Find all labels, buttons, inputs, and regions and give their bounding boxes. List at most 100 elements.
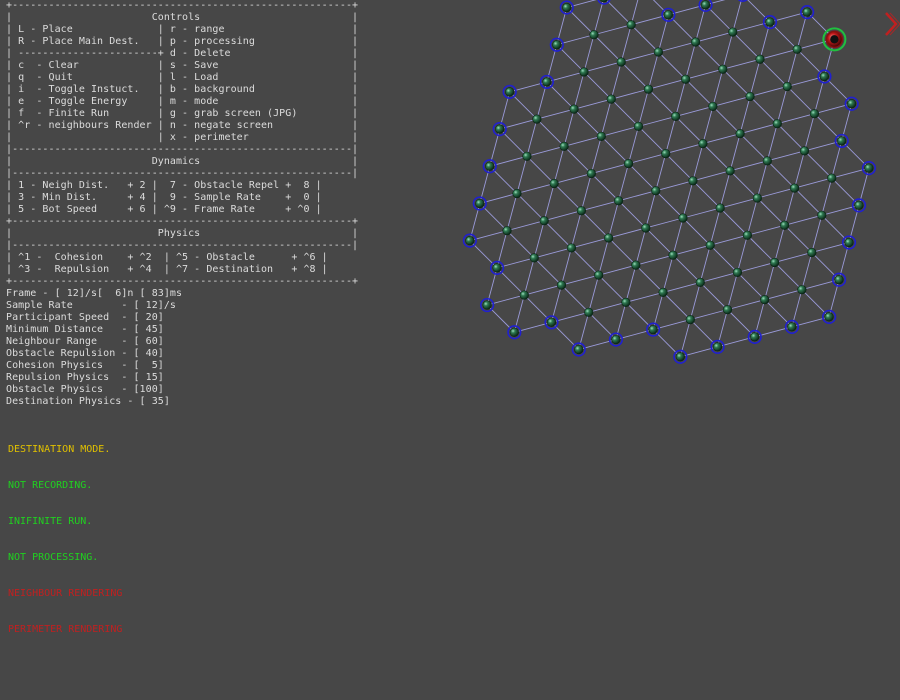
interior-node-icon[interactable] bbox=[651, 186, 661, 196]
perimeter-node-icon[interactable] bbox=[502, 84, 517, 99]
interior-node-icon[interactable] bbox=[641, 223, 651, 233]
perimeter-node-icon[interactable] bbox=[597, 0, 611, 5]
interior-node-icon[interactable] bbox=[827, 173, 837, 183]
interior-node-icon[interactable] bbox=[678, 213, 688, 223]
perimeter-node-icon[interactable] bbox=[646, 322, 661, 337]
interior-node-icon[interactable] bbox=[732, 267, 743, 278]
interior-node-icon[interactable] bbox=[708, 101, 718, 112]
perimeter-node-icon[interactable] bbox=[817, 69, 832, 84]
perimeter-node-icon[interactable] bbox=[747, 329, 762, 344]
perimeter-node-icon[interactable] bbox=[480, 297, 495, 313]
perimeter-node-icon[interactable] bbox=[834, 133, 849, 149]
interior-node-icon[interactable] bbox=[621, 297, 631, 307]
interior-node-icon[interactable] bbox=[780, 220, 790, 230]
perimeter-node-icon[interactable] bbox=[762, 14, 778, 30]
interior-node-icon[interactable] bbox=[569, 104, 579, 114]
chevron-right-icon[interactable] bbox=[882, 10, 900, 38]
interior-node-icon[interactable] bbox=[604, 233, 614, 243]
interior-node-icon[interactable] bbox=[752, 193, 762, 203]
interior-node-icon[interactable] bbox=[643, 84, 654, 94]
perimeter-node-icon[interactable] bbox=[673, 349, 688, 364]
perimeter-node-icon[interactable] bbox=[736, 0, 749, 2]
perimeter-node-icon[interactable] bbox=[710, 339, 725, 354]
interior-node-icon[interactable] bbox=[735, 129, 745, 139]
interior-node-icon[interactable] bbox=[671, 111, 681, 122]
perimeter-node-icon[interactable] bbox=[559, 0, 574, 15]
interior-node-icon[interactable] bbox=[584, 307, 594, 317]
interior-node-icon[interactable] bbox=[594, 270, 604, 280]
interior-node-icon[interactable] bbox=[559, 141, 569, 151]
perimeter-node-icon[interactable] bbox=[539, 74, 554, 90]
interior-node-icon[interactable] bbox=[512, 188, 522, 199]
interior-node-icon[interactable] bbox=[522, 151, 532, 161]
interior-node-icon[interactable] bbox=[807, 247, 817, 258]
perimeter-node-icon[interactable] bbox=[507, 325, 522, 340]
interior-node-icon[interactable] bbox=[770, 257, 780, 268]
interior-node-icon[interactable] bbox=[797, 285, 807, 295]
interior-node-icon[interactable] bbox=[661, 148, 671, 159]
perimeter-node-icon[interactable] bbox=[608, 332, 624, 347]
interior-node-icon[interactable] bbox=[653, 47, 664, 57]
perimeter-node-icon[interactable] bbox=[492, 121, 507, 137]
interior-node-icon[interactable] bbox=[596, 131, 606, 141]
perimeter-node-icon[interactable] bbox=[661, 7, 676, 22]
interior-node-icon[interactable] bbox=[718, 64, 728, 74]
interior-node-icon[interactable] bbox=[532, 114, 542, 124]
interior-node-icon[interactable] bbox=[681, 74, 691, 84]
perimeter-node-icon[interactable] bbox=[472, 196, 487, 211]
interior-node-icon[interactable] bbox=[579, 67, 589, 77]
interior-node-icon[interactable] bbox=[809, 109, 820, 119]
interior-node-icon[interactable] bbox=[623, 158, 634, 169]
selected-node-icon[interactable] bbox=[822, 27, 847, 52]
interior-node-icon[interactable] bbox=[502, 226, 512, 236]
swarm-canvas[interactable] bbox=[0, 0, 900, 700]
interior-node-icon[interactable] bbox=[742, 230, 753, 240]
interior-node-icon[interactable] bbox=[695, 277, 705, 288]
perimeter-node-icon[interactable] bbox=[462, 233, 477, 248]
interior-node-icon[interactable] bbox=[668, 250, 678, 260]
interior-node-icon[interactable] bbox=[613, 196, 624, 206]
interior-node-icon[interactable] bbox=[658, 287, 668, 297]
interior-node-icon[interactable] bbox=[705, 240, 715, 250]
interior-node-icon[interactable] bbox=[589, 30, 599, 40]
interior-node-icon[interactable] bbox=[576, 206, 586, 216]
interior-node-icon[interactable] bbox=[519, 290, 529, 300]
interior-node-icon[interactable] bbox=[722, 305, 733, 315]
interior-node-icon[interactable] bbox=[606, 94, 616, 104]
perimeter-node-icon[interactable] bbox=[698, 0, 713, 12]
perimeter-node-icon[interactable] bbox=[800, 5, 815, 20]
perimeter-node-icon[interactable] bbox=[571, 342, 586, 357]
perimeter-node-icon[interactable] bbox=[544, 315, 559, 330]
perimeter-node-icon[interactable] bbox=[822, 309, 837, 324]
interior-node-icon[interactable] bbox=[556, 280, 567, 290]
interior-node-icon[interactable] bbox=[792, 44, 802, 54]
interior-node-icon[interactable] bbox=[772, 119, 782, 129]
interior-node-icon[interactable] bbox=[691, 37, 701, 47]
perimeter-node-icon[interactable] bbox=[831, 272, 847, 287]
perimeter-node-icon[interactable] bbox=[841, 235, 857, 250]
perimeter-node-icon[interactable] bbox=[549, 37, 564, 52]
interior-node-icon[interactable] bbox=[698, 139, 708, 149]
interior-node-icon[interactable] bbox=[755, 54, 765, 64]
interior-node-icon[interactable] bbox=[688, 176, 698, 186]
interior-node-icon[interactable] bbox=[789, 183, 800, 193]
interior-node-icon[interactable] bbox=[762, 156, 772, 166]
interior-node-icon[interactable] bbox=[715, 203, 725, 213]
interior-node-icon[interactable] bbox=[782, 81, 792, 92]
perimeter-node-icon[interactable] bbox=[784, 319, 800, 334]
perimeter-node-icon[interactable] bbox=[482, 159, 497, 174]
interior-node-icon[interactable] bbox=[633, 121, 644, 131]
perimeter-node-icon[interactable] bbox=[489, 260, 505, 275]
perimeter-node-icon[interactable] bbox=[851, 198, 867, 213]
interior-node-icon[interactable] bbox=[566, 243, 577, 253]
interior-node-icon[interactable] bbox=[760, 295, 770, 305]
interior-node-icon[interactable] bbox=[728, 27, 738, 37]
interior-node-icon[interactable] bbox=[616, 57, 626, 67]
interior-node-icon[interactable] bbox=[745, 91, 755, 102]
interior-node-icon[interactable] bbox=[626, 20, 636, 30]
interior-node-icon[interactable] bbox=[549, 178, 559, 189]
perimeter-node-icon[interactable] bbox=[844, 96, 859, 111]
interior-node-icon[interactable] bbox=[586, 168, 596, 179]
interior-node-icon[interactable] bbox=[631, 260, 641, 270]
interior-node-icon[interactable] bbox=[529, 253, 539, 263]
